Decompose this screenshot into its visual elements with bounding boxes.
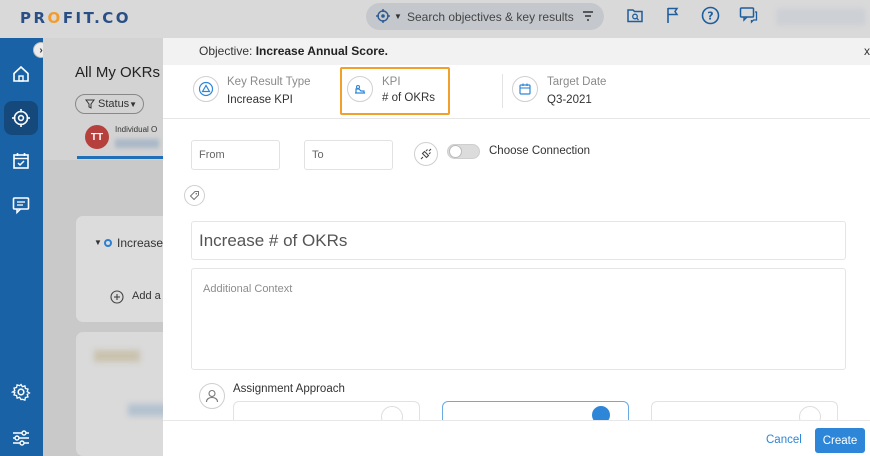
- toggle-knob: [449, 145, 462, 158]
- target-icon[interactable]: [9, 106, 33, 130]
- objective-heading: Objective: Increase Annual Score.: [199, 44, 388, 58]
- user-profile-menu[interactable]: [776, 8, 866, 26]
- to-input[interactable]: To: [304, 140, 393, 170]
- key-result-title-input[interactable]: Increase # of OKRs: [191, 221, 846, 260]
- status-filter[interactable]: Status ▼: [75, 94, 144, 114]
- divider: [502, 74, 503, 108]
- key-result-meta-row: Key Result Type Increase KPI KPI # of OK…: [163, 65, 870, 119]
- assignment-option[interactable]: [233, 401, 420, 428]
- sliders-icon[interactable]: [9, 426, 33, 450]
- okr-card: ▼ Increase Add a: [76, 216, 170, 322]
- chevron-down-icon: ▼: [129, 100, 137, 109]
- create-key-result-panel: Objective: Increase Annual Score. x Key …: [163, 38, 870, 456]
- tag-icon[interactable]: [184, 185, 205, 206]
- kpi-icon: [347, 76, 373, 102]
- top-bar: PROFIT.CO ▼ Search objectives & key resu…: [0, 0, 870, 38]
- plug-icon[interactable]: [414, 142, 438, 166]
- filter-icon: [85, 99, 95, 112]
- okr-card: [76, 332, 170, 456]
- close-icon[interactable]: x: [864, 44, 870, 58]
- left-nav: [0, 38, 43, 456]
- create-button[interactable]: Create: [815, 428, 865, 453]
- additional-context-textarea[interactable]: Additional Context: [191, 268, 846, 370]
- calendar-check-icon[interactable]: [9, 149, 33, 173]
- avatar[interactable]: TT: [85, 125, 109, 149]
- target-icon[interactable]: [376, 9, 390, 26]
- profit-co-logo[interactable]: PROFIT.CO: [20, 9, 131, 27]
- okr-title[interactable]: Increase: [117, 236, 163, 250]
- individual-okrs-tab-label[interactable]: Individual O: [115, 125, 157, 134]
- target-date-value[interactable]: Q3-2021: [547, 94, 592, 106]
- chat-icon[interactable]: [739, 6, 758, 27]
- help-icon[interactable]: ?: [701, 6, 720, 28]
- connection-label: Choose Connection: [489, 145, 591, 157]
- kpi-label: KPI: [382, 76, 401, 88]
- panel-header: Objective: Increase Annual Score. x: [163, 38, 870, 65]
- page-title: All My OKRs: [75, 64, 161, 81]
- kpi-value[interactable]: # of OKRs: [382, 92, 435, 104]
- cancel-button[interactable]: Cancel: [766, 434, 802, 446]
- target-date-label: Target Date: [547, 76, 607, 88]
- calendar-icon: [512, 76, 538, 102]
- blurred-text: [128, 404, 168, 416]
- flag-icon[interactable]: [665, 6, 681, 27]
- home-icon[interactable]: [9, 62, 33, 86]
- from-input[interactable]: From: [191, 140, 280, 170]
- status-dot: [104, 239, 112, 247]
- filter-icon[interactable]: [582, 10, 594, 25]
- key-result-type-value[interactable]: Increase KPI: [227, 94, 293, 106]
- assignment-approach-label: Assignment Approach: [233, 383, 345, 395]
- plus-circle-icon[interactable]: [110, 290, 124, 307]
- search-input[interactable]: Search objectives & key results: [407, 10, 574, 24]
- message-icon[interactable]: [9, 193, 33, 217]
- assignment-option-selected[interactable]: [442, 401, 629, 424]
- key-result-type-label: Key Result Type: [227, 76, 311, 88]
- assignment-option[interactable]: [651, 401, 838, 428]
- chevron-down-icon[interactable]: ▼: [394, 12, 402, 21]
- objective-name: Increase Annual Score.: [255, 44, 388, 58]
- tab-subtext: [115, 139, 159, 148]
- svg-text:?: ?: [707, 10, 713, 23]
- status-filter-label: Status: [98, 98, 130, 110]
- user-icon: [199, 383, 225, 409]
- add-key-result-link[interactable]: Add a: [132, 290, 161, 302]
- connection-toggle[interactable]: [447, 144, 480, 159]
- blurred-text: [94, 350, 140, 362]
- panel-footer: Cancel Create: [163, 420, 870, 456]
- settings-icon[interactable]: [9, 380, 33, 404]
- search-bar[interactable]: ▼ Search objectives & key results: [366, 3, 604, 30]
- key-result-type-icon: [193, 76, 219, 102]
- tab-active-underline: [77, 156, 163, 159]
- chevron-down-icon[interactable]: ▼: [94, 238, 102, 247]
- search-doc-icon[interactable]: [626, 6, 644, 27]
